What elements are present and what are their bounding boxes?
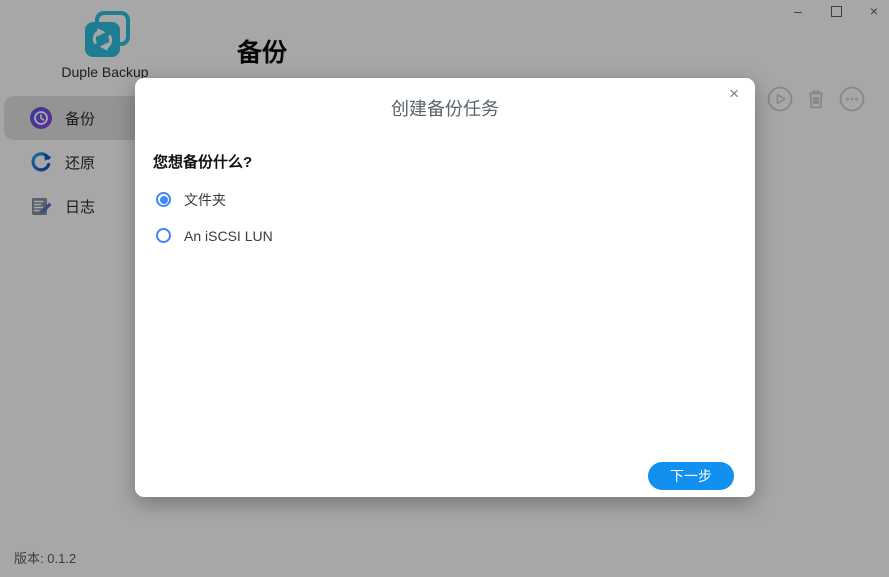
next-button[interactable]: 下一步	[648, 462, 734, 490]
radio-folder[interactable]	[156, 192, 171, 207]
option-iscsi-lun[interactable]: An iSCSI LUN	[156, 227, 755, 244]
close-dialog-icon[interactable]: ×	[725, 82, 743, 106]
dialog-question: 您想备份什么?	[153, 151, 755, 172]
radio-iscsi-lun[interactable]	[156, 228, 171, 243]
dialog-title: 创建备份任务	[135, 95, 755, 121]
create-backup-task-dialog: × 创建备份任务 您想备份什么? 文件夹 An iSCSI LUN 下一步	[135, 78, 755, 497]
option-label: 文件夹	[184, 190, 226, 210]
option-label: An iSCSI LUN	[184, 228, 273, 244]
option-folder[interactable]: 文件夹	[156, 191, 755, 208]
